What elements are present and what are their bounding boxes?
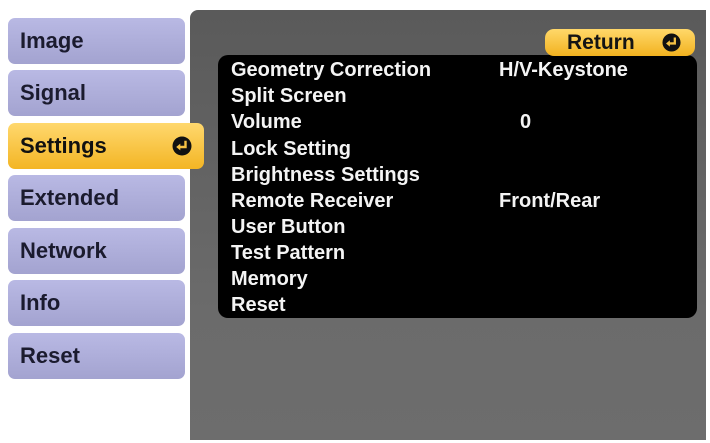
menu-row-lock-setting[interactable]: Lock Setting xyxy=(218,136,697,162)
enter-icon xyxy=(662,33,681,52)
nav-tab-label: Signal xyxy=(20,80,87,105)
menu-row-label: Test Pattern xyxy=(231,242,346,264)
menu-row-brightness-settings[interactable]: Brightness Settings xyxy=(218,162,697,188)
menu-row-volume[interactable]: Volume 0 xyxy=(218,109,697,135)
enter-icon xyxy=(172,136,192,156)
nav-tab-label: Info xyxy=(20,290,61,315)
menu-row-label: Volume xyxy=(231,111,302,133)
menu-row-label: Memory xyxy=(231,268,308,290)
menu-row-label: User Button xyxy=(231,216,346,238)
menu-row-label: Remote Receiver xyxy=(231,190,394,212)
nav-tab-label: Settings xyxy=(20,133,107,158)
nav-tab-network[interactable]: Network xyxy=(8,228,185,274)
return-button[interactable]: Return xyxy=(545,29,695,56)
menu-row-test-pattern[interactable]: Test Pattern xyxy=(218,240,697,266)
menu-row-value: H/V-Keystone xyxy=(499,59,628,81)
menu-row-split-screen[interactable]: Split Screen xyxy=(218,83,697,109)
nav-tab-image[interactable]: Image xyxy=(8,18,185,64)
nav-tab-settings[interactable]: Settings xyxy=(8,123,204,169)
menu-row-label: Reset xyxy=(231,294,286,316)
nav-tab-signal[interactable]: Signal xyxy=(8,70,185,116)
nav-tab-reset[interactable]: Reset xyxy=(8,333,185,379)
menu-row-label: Brightness Settings xyxy=(231,164,420,186)
menu-row-value: 0 xyxy=(520,111,532,133)
nav-tab-info[interactable]: Info xyxy=(8,280,185,326)
menu-row-memory[interactable]: Memory xyxy=(218,266,697,292)
nav-tab-extended[interactable]: Extended xyxy=(8,175,185,221)
nav-tab-label: Extended xyxy=(20,185,120,210)
nav-tab-label: Image xyxy=(20,28,84,53)
menu-row-label: Lock Setting xyxy=(231,138,352,160)
return-button-label: Return xyxy=(567,30,635,54)
menu-row-reset[interactable]: Reset xyxy=(218,292,697,318)
menu-row-value: Front/Rear xyxy=(499,190,601,212)
menu-row-label: Split Screen xyxy=(231,85,347,107)
menu-row-user-button[interactable]: User Button xyxy=(218,214,697,240)
nav-tab-label: Network xyxy=(20,238,107,263)
menu-row-geometry-correction[interactable]: Geometry Correction H/V-Keystone xyxy=(218,57,697,83)
menu-row-label: Geometry Correction xyxy=(231,59,432,81)
nav-tab-label: Reset xyxy=(20,343,80,368)
menu-row-remote-receiver[interactable]: Remote Receiver Front/Rear xyxy=(218,188,697,214)
